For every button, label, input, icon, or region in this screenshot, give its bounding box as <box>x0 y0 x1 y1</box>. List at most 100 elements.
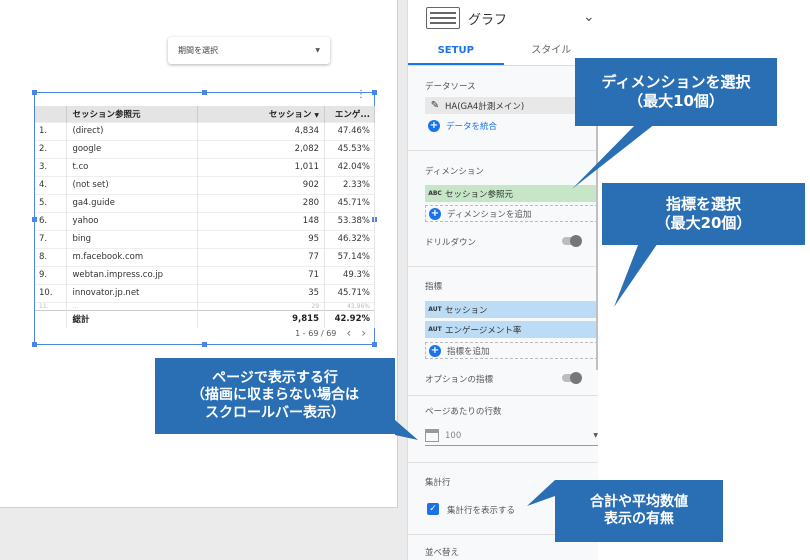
table-row: 7. bing 95 46.32% <box>35 229 375 248</box>
caret-down-icon: ▼ <box>315 47 320 54</box>
row-source: (not set) <box>66 175 199 194</box>
resize-handle[interactable] <box>372 90 377 95</box>
row-source: m.facebook.com <box>66 247 199 266</box>
row-rate: 45.71% <box>324 283 375 302</box>
table-rows-icon <box>425 429 439 442</box>
rows-per-page-value: 100 <box>445 430 462 441</box>
abc-type-icon: ABC <box>428 190 442 197</box>
row-rate: 2.33% <box>324 175 375 194</box>
metric-value: エンゲージメント率 <box>445 325 522 336</box>
row-index: 9. <box>35 265 68 284</box>
data-source-label: データソース <box>425 82 476 92</box>
column-header-engagement[interactable]: エンゲ... <box>324 106 375 122</box>
row-rate: 46.32% <box>324 229 375 248</box>
resize-handle[interactable] <box>372 342 377 347</box>
optional-metric-toggle[interactable] <box>562 372 582 384</box>
summary-row-checkbox-label: 集計行を表示する <box>447 506 516 516</box>
row-sessions: 71 <box>197 265 326 284</box>
column-header-source[interactable]: セッション参照元 <box>66 106 199 122</box>
total-label: 総計 <box>66 309 199 328</box>
callout-metric-line1: 指標を選択 <box>665 195 741 214</box>
row-sessions: 95 <box>197 229 326 248</box>
data-source-chip[interactable]: ✎ HA(GA4計測メイン) <box>425 97 598 114</box>
panel-header: グラフ <box>408 0 599 36</box>
table-row: 10. innovator.jp.net 35 45.71% <box>35 283 375 302</box>
add-metric-button[interactable]: + 指標を追加 <box>425 342 598 359</box>
row-rate: 53.38% <box>324 211 375 230</box>
metric-chip-engagement[interactable]: AUT エンゲージメント率 <box>425 321 598 338</box>
resize-handle[interactable] <box>202 342 207 347</box>
row-sessions: 148 <box>197 211 326 230</box>
column-header-sessions[interactable]: セッション ▼ <box>197 106 326 122</box>
blend-data-link[interactable]: + データを統合 <box>428 120 497 132</box>
row-sessions: 77 <box>197 247 326 266</box>
date-range-label: 期間を選択 <box>178 46 218 55</box>
row-index: 5. <box>35 193 68 212</box>
metric-chip-sessions[interactable]: AUT セッション <box>425 301 598 318</box>
chevron-left-icon[interactable]: ‹ <box>346 326 351 340</box>
column-header-sessions-label: セッション <box>268 109 312 120</box>
total-index-cell <box>35 309 68 328</box>
table-chart[interactable]: ⋮ セッション参照元 セッション ▼ エンゲ... 1. (direct) 4,83… <box>32 89 377 347</box>
add-dimension-button[interactable]: + ディメンションを追加 <box>425 205 598 222</box>
resize-handle[interactable] <box>32 90 37 95</box>
row-source: bing <box>66 229 199 248</box>
row-source: yahoo <box>66 211 199 230</box>
table-row: 6. yahoo 148 53.38% <box>35 211 375 230</box>
table-row: 5. ga4.guide 280 45.71% <box>35 193 375 212</box>
tab-setup[interactable]: SETUP <box>408 36 504 65</box>
blend-data-label: データを統合 <box>446 122 498 132</box>
drilldown-toggle[interactable] <box>562 235 582 247</box>
panel-tabs: SETUP スタイル <box>408 36 599 66</box>
rows-per-page-label: ページあたりの行数 <box>425 407 502 417</box>
callout-rows-line1: ページで表示する行 <box>212 369 338 386</box>
summary-row-checkbox[interactable]: ✓ <box>427 503 439 515</box>
callout-metric: 指標を選択 （最大20個） <box>602 183 805 245</box>
row-rate: 43.96% <box>324 301 375 310</box>
row-index: 7. <box>35 229 68 248</box>
row-rate: 57.14% <box>324 247 375 266</box>
chevron-down-icon[interactable]: ⌄ <box>583 9 595 25</box>
divider <box>408 266 599 267</box>
row-index: 11. <box>35 301 68 310</box>
dimension-value: セッション参照元 <box>445 189 514 200</box>
auto-type-icon: AUT <box>428 326 442 333</box>
date-range-picker[interactable]: 期間を選択 ▼ <box>168 37 330 64</box>
callout-rows-line2: （描画に収まらない場合は <box>191 387 359 404</box>
pencil-icon[interactable]: ✎ <box>425 100 445 111</box>
summary-row-label: 集計行 <box>425 478 451 488</box>
callout-dimension-line1: ディメンションを選択 <box>601 73 751 92</box>
row-index: 4. <box>35 175 68 194</box>
callout-rows-line3: スクロールバー表示） <box>205 404 345 421</box>
resize-handle[interactable] <box>32 342 37 347</box>
resize-handle[interactable] <box>202 90 207 95</box>
data-table: セッション参照元 セッション ▼ エンゲ... 1. (direct) 4,834 4… <box>35 106 375 328</box>
sort-desc-icon: ▼ <box>314 111 320 119</box>
row-source: (direct) <box>66 121 199 140</box>
table-row: 11.... 29 43.96% <box>35 301 375 310</box>
divider <box>408 462 599 463</box>
chevron-right-icon[interactable]: › <box>361 326 366 340</box>
row-source: google <box>66 139 199 158</box>
callout-summary-line2: 表示の有無 <box>604 511 674 527</box>
optional-metric-label: オプションの指標 <box>425 375 494 385</box>
dimension-chip[interactable]: ABC セッション参照元 <box>425 185 598 202</box>
table-row: 2. google 2,082 45.53% <box>35 139 375 158</box>
row-source: ... <box>66 301 199 310</box>
callout-summary-line1: 合計や平均数値 <box>590 493 688 510</box>
add-icon: + <box>428 120 440 132</box>
add-metric-label: 指標を追加 <box>447 346 490 357</box>
more-vert-icon[interactable]: ⋮ <box>356 89 366 100</box>
callout-metric-line2: （最大20個） <box>655 214 752 232</box>
dimension-label: ディメンション <box>425 167 484 177</box>
callout-rows: ページで表示する行 （描画に収まらない場合は スクロールバー表示） <box>155 358 395 434</box>
callout-dimension: ディメンションを選択 （最大10個） <box>575 58 777 126</box>
row-rate: 45.53% <box>324 139 375 158</box>
table-header-row: セッション参照元 セッション ▼ エンゲ... <box>35 106 375 122</box>
row-sessions: 902 <box>197 175 326 194</box>
rows-per-page-select[interactable]: 100 ▼ <box>425 426 598 446</box>
row-rate: 49.3% <box>324 265 375 284</box>
row-index: 8. <box>35 247 68 266</box>
metric-value: セッション <box>445 305 488 316</box>
row-index: 6. <box>35 211 68 230</box>
